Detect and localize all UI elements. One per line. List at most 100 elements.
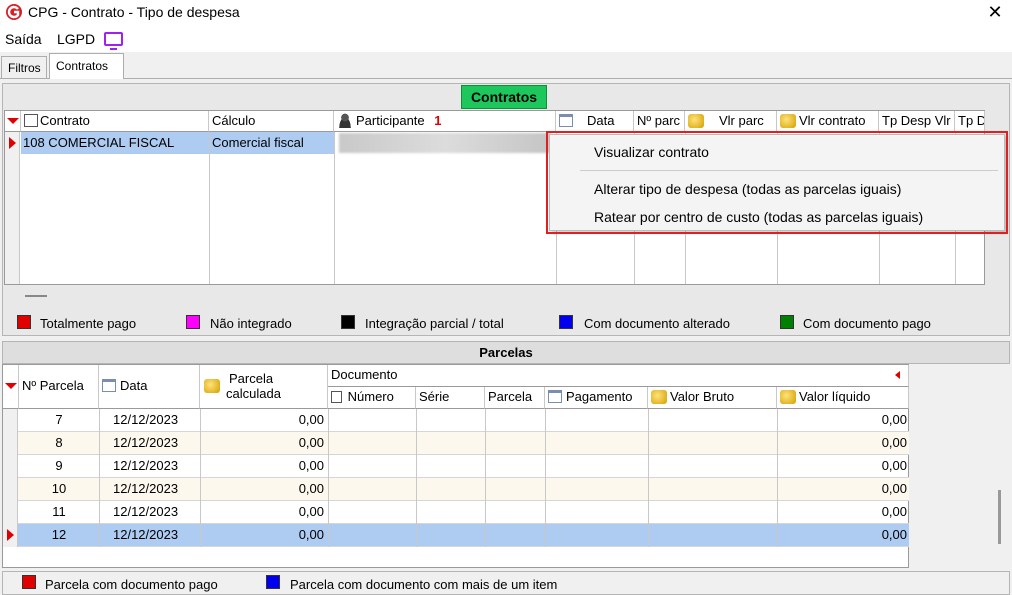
cell-data[interactable]: 12/12/2023 [113, 435, 178, 450]
cell-num-parcela[interactable]: 11 [19, 504, 99, 519]
sort-order-badge: 1 [434, 113, 442, 128]
cell-num-parcela[interactable]: 7 [19, 412, 99, 427]
col-data[interactable]: Data [556, 111, 634, 132]
menu-lgpd[interactable]: LGPD [57, 31, 95, 47]
col-nparc[interactable]: Nº parc [634, 111, 685, 132]
horizontal-scroll-handle[interactable] [25, 295, 47, 297]
col-tp-desp-vlr[interactable]: Tp Desp Vlr [879, 111, 955, 132]
col-participante[interactable]: Participante 1 [334, 111, 556, 132]
calendar-icon [102, 379, 116, 392]
col-calculo-label: Cálculo [212, 113, 256, 128]
cell-data[interactable]: 12/12/2023 [113, 412, 178, 427]
cell-data[interactable]: 12/12/2023 [113, 458, 178, 473]
cell-num-parcela[interactable]: 10 [19, 481, 99, 496]
row-indicator-column [5, 132, 20, 284]
cell-data[interactable]: 12/12/2023 [113, 481, 178, 496]
cell-parcela-calculada[interactable]: 0,00 [200, 527, 324, 542]
divider [648, 432, 649, 455]
cell-data[interactable]: 12/12/2023 [113, 504, 178, 519]
coins-icon [780, 114, 796, 128]
cell-valor-liquido[interactable]: 0,00 [777, 481, 907, 496]
tab-filtros[interactable]: Filtros [1, 56, 47, 78]
close-button[interactable]: ✕ [981, 1, 1009, 25]
calendar-icon [548, 390, 562, 403]
col-valor-liquido[interactable]: Valor líquido [777, 387, 909, 409]
col-parcela-calc-line1: Parcela [229, 371, 274, 386]
divider [99, 409, 100, 432]
divider [416, 455, 417, 478]
col-group-documento[interactable]: Documento [328, 365, 909, 387]
divider [545, 432, 546, 455]
cell-valor-liquido[interactable]: 0,00 [777, 458, 907, 473]
table-row[interactable]: 8 12/12/2023 0,00 0,00 [3, 432, 909, 455]
document-icon [24, 114, 38, 127]
cell-valor-liquido[interactable]: 0,00 [777, 504, 907, 519]
row-indicator [3, 432, 18, 455]
grid-corner[interactable] [5, 111, 21, 132]
cell-calculo[interactable]: Comercial fiscal [212, 135, 304, 150]
col-contrato[interactable]: Contrato [21, 111, 209, 132]
cell-num-parcela[interactable]: 9 [19, 458, 99, 473]
calendar-icon [559, 114, 573, 127]
table-row[interactable]: 9 12/12/2023 0,00 0,00 [3, 455, 909, 478]
divider [485, 478, 486, 501]
col-vlr-parc[interactable]: Vlr parc [685, 111, 777, 132]
legend-parcela-multi-item-swatch [266, 575, 280, 589]
vertical-scrollbar-thumb[interactable] [998, 490, 1001, 544]
divider [328, 501, 329, 524]
col-serie[interactable]: Série [416, 387, 485, 409]
cell-valor-liquido[interactable]: 0,00 [777, 412, 907, 427]
divider [416, 432, 417, 455]
col-valor-bruto-label: Valor Bruto [670, 389, 735, 404]
parcelas-grid[interactable]: Nº Parcela Data Parcela calculada Docume… [2, 364, 909, 568]
coins-icon [688, 114, 704, 128]
cell-num-parcela[interactable]: 8 [19, 435, 99, 450]
tab-contratos[interactable]: Contratos [49, 53, 124, 79]
cell-parcela-calculada[interactable]: 0,00 [200, 504, 324, 519]
highlight-box [546, 131, 1008, 234]
divider [545, 524, 546, 547]
cell-valor-liquido[interactable]: 0,00 [777, 527, 907, 542]
col-valor-bruto[interactable]: Valor Bruto [648, 387, 777, 409]
col-num-parcela[interactable]: Nº Parcela [19, 365, 99, 409]
divider [99, 478, 100, 501]
col-pagamento[interactable]: Pagamento [545, 387, 648, 409]
current-row-arrow-icon [9, 137, 16, 149]
col-parcela[interactable]: Parcela [485, 387, 545, 409]
legend-totalmente-pago: Totalmente pago [40, 316, 137, 331]
col-numero[interactable]: Número [328, 387, 416, 409]
table-row[interactable]: 7 12/12/2023 0,00 0,00 [3, 409, 909, 432]
col-vlr-contrato[interactable]: Vlr contrato [777, 111, 879, 132]
divider [416, 524, 417, 547]
col-data[interactable]: Data [99, 365, 200, 409]
col-calculo[interactable]: Cálculo [209, 111, 334, 132]
grid-corner[interactable] [3, 365, 19, 409]
parcelas-title: Parcelas [479, 345, 533, 360]
col-nparc-label: Nº parc [637, 113, 681, 128]
col-tp-d[interactable]: Tp D [955, 111, 985, 132]
divider [416, 478, 417, 501]
coins-icon [204, 379, 220, 393]
row-indicator [3, 409, 18, 432]
legend-doc-pago: Com documento pago [803, 316, 931, 331]
monitor-icon[interactable] [104, 32, 123, 50]
tab-strip-line [0, 78, 1012, 79]
menu-saida[interactable]: Saída [5, 31, 42, 47]
cell-contrato[interactable]: 108 COMERCIAL FISCAL [23, 135, 174, 150]
collapse-arrow-icon[interactable] [895, 371, 900, 379]
cell-parcela-calculada[interactable]: 0,00 [200, 481, 324, 496]
cell-valor-liquido[interactable]: 0,00 [777, 435, 907, 450]
divider [545, 478, 546, 501]
cell-num-parcela[interactable]: 12 [19, 527, 99, 542]
cell-parcela-calculada[interactable]: 0,00 [200, 458, 324, 473]
col-parcela-calculada[interactable]: Parcela calculada [200, 365, 328, 409]
cell-parcela-calculada[interactable]: 0,00 [200, 435, 324, 450]
table-row[interactable]: 10 12/12/2023 0,00 0,00 [3, 478, 909, 501]
divider [328, 409, 329, 432]
cell-data[interactable]: 12/12/2023 [113, 527, 178, 542]
cell-parcela-calculada[interactable]: 0,00 [200, 412, 324, 427]
table-row[interactable]: 11 12/12/2023 0,00 0,00 [3, 501, 909, 524]
table-row-selected[interactable]: 12 12/12/2023 0,00 0,00 [3, 524, 909, 547]
row-indicator [3, 501, 18, 524]
divider [485, 455, 486, 478]
